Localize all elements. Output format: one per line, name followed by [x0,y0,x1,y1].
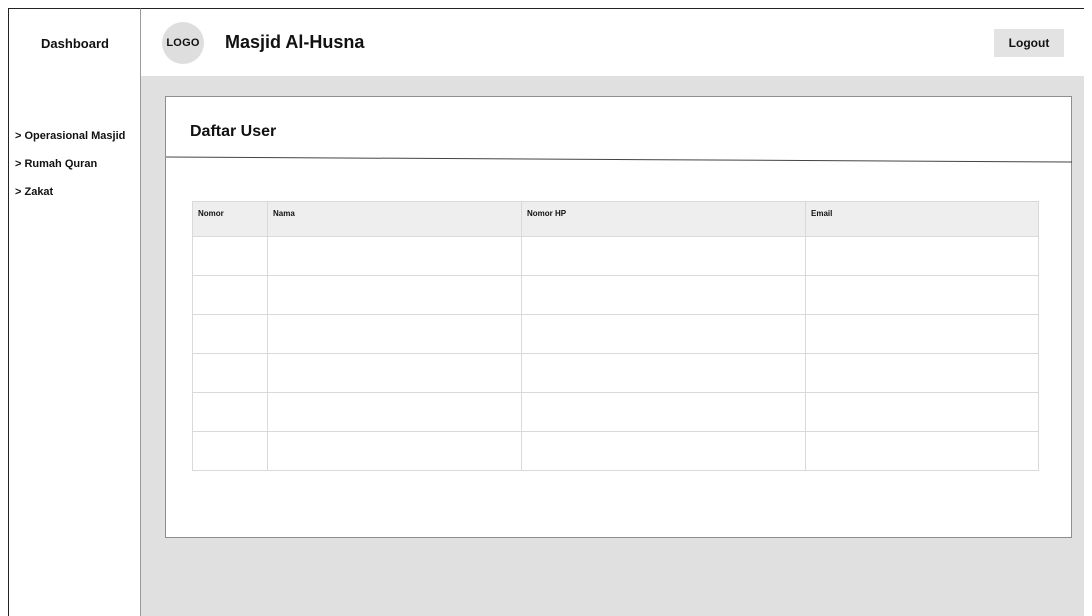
table-row[interactable] [192,275,1039,315]
table-cell [805,236,1039,276]
table-cell [805,431,1039,471]
sidebar-title[interactable]: Dashboard [9,9,141,77]
table-cell [521,353,806,393]
table-row[interactable] [192,353,1039,393]
page-title: Daftar User [190,123,277,140]
table-cell [805,353,1039,393]
content-area: Daftar User Nomor Nama Nomor HP Email [141,76,1084,616]
table-cell [521,236,806,276]
column-header-nama: Nama [267,201,522,237]
table-cell [192,431,268,471]
user-table: Nomor Nama Nomor HP Email [192,201,1039,471]
table-cell [192,353,268,393]
table-cell [267,314,522,354]
table-cell [521,275,806,315]
sidebar-item-zakat[interactable]: > Zakat [15,185,125,200]
table-row[interactable] [192,392,1039,432]
app-title: Masjid Al-Husna [225,32,365,52]
table-cell [521,314,806,354]
table-cell [267,392,522,432]
table-row[interactable] [192,236,1039,276]
table-cell [805,392,1039,432]
table-cell [267,431,522,471]
logo: LOGO [162,22,204,64]
column-header-nomor-hp: Nomor HP [521,201,806,237]
column-header-nomor: Nomor [192,201,268,237]
table-cell [521,392,806,432]
user-list-card: Daftar User Nomor Nama Nomor HP Email [165,96,1072,538]
table-header-row: Nomor Nama Nomor HP Email [192,201,1039,237]
sidebar-item-rumah-quran[interactable]: > Rumah Quran [15,157,125,172]
table-cell [521,431,806,471]
table-cell [267,275,522,315]
table-cell [192,275,268,315]
title-divider [166,156,1072,163]
table-row[interactable] [192,314,1039,354]
column-header-email: Email [805,201,1039,237]
table-cell [805,275,1039,315]
top-header: LOGO Masjid Al-Husna Logout [141,8,1084,76]
table-cell [267,353,522,393]
table-cell [192,236,268,276]
logout-button[interactable]: Logout [994,29,1064,57]
table-cell [192,314,268,354]
table-cell [805,314,1039,354]
table-row[interactable] [192,431,1039,471]
sidebar-item-operasional-masjid[interactable]: > Operasional Masjid [15,129,125,144]
table-cell [267,236,522,276]
sidebar: Dashboard > Operasional Masjid > Rumah Q… [8,8,141,616]
sidebar-menu: > Operasional Masjid > Rumah Quran > Zak… [15,129,125,213]
table-cell [192,392,268,432]
